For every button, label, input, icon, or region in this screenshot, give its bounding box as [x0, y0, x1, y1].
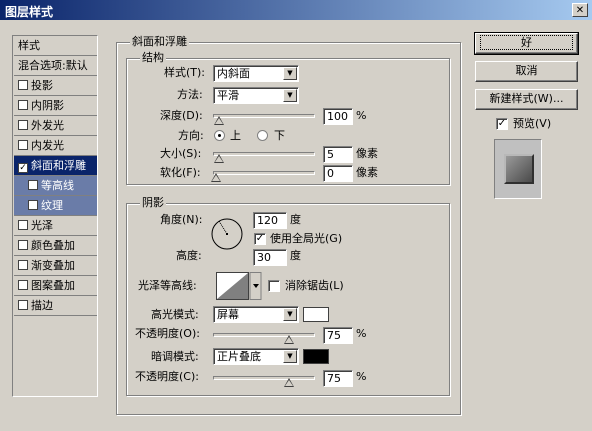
checkbox[interactable] — [18, 140, 28, 150]
preview-checkbox[interactable]: ✓ — [496, 118, 508, 130]
shadow-mode-select[interactable]: 正片叠底 ▼ — [213, 348, 299, 365]
bevel-style-select[interactable]: 内斜面 ▼ — [213, 65, 299, 82]
shadow-opacity-unit: % — [356, 370, 367, 383]
gloss-contour-picker[interactable] — [216, 272, 262, 300]
highlight-opacity-unit: % — [356, 327, 367, 340]
chevron-down-icon: ▼ — [283, 67, 297, 80]
checkbox[interactable] — [18, 120, 28, 130]
shadow-opacity-slider[interactable] — [213, 376, 315, 380]
technique-select[interactable]: 平滑 ▼ — [213, 87, 299, 104]
highlight-opacity-label: 不透明度(O): — [135, 327, 200, 340]
new-style-button[interactable]: 新建样式(W)... — [475, 89, 578, 110]
checkbox[interactable] — [18, 80, 28, 90]
shadow-opacity-slider-thumb[interactable] — [284, 378, 294, 387]
preview-label: 预览(V) — [513, 117, 552, 130]
global-light-label: 使用全局光(G) — [270, 232, 343, 245]
angle-label: 角度(N): — [160, 213, 203, 226]
checkbox[interactable] — [28, 180, 38, 190]
direction-label: 方向: — [178, 129, 204, 142]
size-slider-thumb[interactable] — [214, 154, 224, 163]
sidebar-item-gradient-overlay[interactable]: 渐变叠加 — [14, 256, 97, 276]
sidebar-item-contour[interactable]: 等高线 — [14, 176, 97, 196]
sidebar-item-stroke[interactable]: 描边 — [14, 296, 97, 316]
size-input[interactable]: 5 — [323, 146, 353, 163]
checkbox[interactable] — [28, 200, 38, 210]
checkbox[interactable] — [18, 300, 28, 310]
shadow-opacity-input[interactable]: 75 — [323, 370, 353, 387]
gloss-contour-label: 光泽等高线: — [138, 279, 197, 292]
size-unit: 像素 — [356, 147, 378, 160]
sidebar-item-drop-shadow[interactable]: 投影 — [14, 76, 97, 96]
sidebar-item-satin[interactable]: 光泽 — [14, 216, 97, 236]
angle-dial[interactable] — [210, 217, 244, 251]
checkbox[interactable] — [18, 260, 28, 270]
direction-down-label: 下 — [274, 129, 285, 142]
title-bar: 图层样式 ✕ — [0, 0, 592, 20]
altitude-input[interactable]: 30 — [253, 249, 287, 266]
checkbox[interactable] — [18, 280, 28, 290]
size-slider[interactable] — [213, 152, 315, 156]
altitude-unit: 度 — [290, 249, 301, 262]
chevron-down-icon: ▼ — [283, 308, 297, 321]
depth-input[interactable]: 100 — [323, 108, 353, 125]
shadow-color-swatch[interactable] — [303, 349, 329, 364]
direction-up-label: 上 — [230, 129, 241, 142]
anti-aliased-label: 消除锯齿(L) — [285, 279, 344, 292]
angle-input[interactable]: 120 — [253, 212, 287, 229]
checkbox[interactable] — [18, 100, 28, 110]
depth-slider-thumb[interactable] — [214, 116, 224, 125]
window-title: 图层样式 — [5, 5, 54, 19]
highlight-color-swatch[interactable] — [303, 307, 329, 322]
soften-unit: 像素 — [356, 166, 378, 179]
soften-input[interactable]: 0 — [323, 165, 353, 182]
style-list: 样式 混合选项:默认 投影 内阴影 外发光 内发光 ✓ 斜面和浮雕 等高线 纹理 … — [12, 35, 98, 397]
checkbox-checked[interactable]: ✓ — [18, 163, 28, 173]
preview-swatch — [504, 154, 534, 184]
sidebar-item-pattern-overlay[interactable]: 图案叠加 — [14, 276, 97, 296]
shadow-mode-label: 暗调模式: — [151, 350, 199, 363]
direction-down-radio[interactable] — [257, 130, 268, 141]
chevron-down-icon: ▼ — [283, 350, 297, 363]
highlight-opacity-slider[interactable] — [213, 333, 315, 337]
cancel-button[interactable]: 取消 — [475, 61, 578, 82]
sidebar-item-inner-glow[interactable]: 内发光 — [14, 136, 97, 156]
highlight-opacity-slider-thumb[interactable] — [284, 335, 294, 344]
soften-label: 软化(F): — [160, 166, 201, 179]
depth-slider[interactable] — [213, 114, 315, 118]
soften-slider-thumb[interactable] — [211, 173, 221, 182]
ok-button[interactable]: 好 — [474, 32, 579, 55]
sidebar-item-outer-glow[interactable]: 外发光 — [14, 116, 97, 136]
sidebar-item-texture[interactable]: 纹理 — [14, 196, 97, 216]
direction-up-radio[interactable] — [214, 130, 225, 141]
global-light-checkbox[interactable]: ✓ — [254, 233, 266, 245]
style-list-header[interactable]: 样式 — [14, 36, 97, 56]
shadow-opacity-label: 不透明度(C): — [135, 370, 199, 383]
highlight-opacity-input[interactable]: 75 — [323, 327, 353, 344]
checkbox[interactable] — [18, 240, 28, 250]
depth-label: 深度(D): — [160, 109, 203, 122]
technique-label: 方法: — [177, 88, 203, 101]
size-label: 大小(S): — [160, 147, 202, 160]
shading-group-title: 阴影 — [140, 196, 166, 209]
checkbox[interactable] — [18, 220, 28, 230]
structure-group-title: 结构 — [140, 51, 166, 64]
altitude-label: 高度: — [176, 249, 202, 262]
close-button[interactable]: ✕ — [572, 3, 588, 17]
depth-unit: % — [356, 109, 367, 122]
chevron-down-icon: ▼ — [283, 89, 297, 102]
preview-box — [494, 139, 542, 199]
bevel-emboss-group-title: 斜面和浮雕 — [130, 35, 189, 48]
highlight-mode-label: 高光模式: — [151, 308, 199, 321]
blending-options-item[interactable]: 混合选项:默认 — [14, 56, 97, 76]
anti-aliased-checkbox[interactable] — [268, 280, 280, 292]
sidebar-item-inner-shadow[interactable]: 内阴影 — [14, 96, 97, 116]
highlight-mode-select[interactable]: 屏幕 ▼ — [213, 306, 299, 323]
soften-slider[interactable] — [213, 171, 315, 175]
sidebar-item-bevel-emboss[interactable]: ✓ 斜面和浮雕 — [14, 156, 97, 176]
angle-unit: 度 — [290, 213, 301, 226]
style-label: 样式(T): — [164, 66, 206, 79]
sidebar-item-color-overlay[interactable]: 颜色叠加 — [14, 236, 97, 256]
